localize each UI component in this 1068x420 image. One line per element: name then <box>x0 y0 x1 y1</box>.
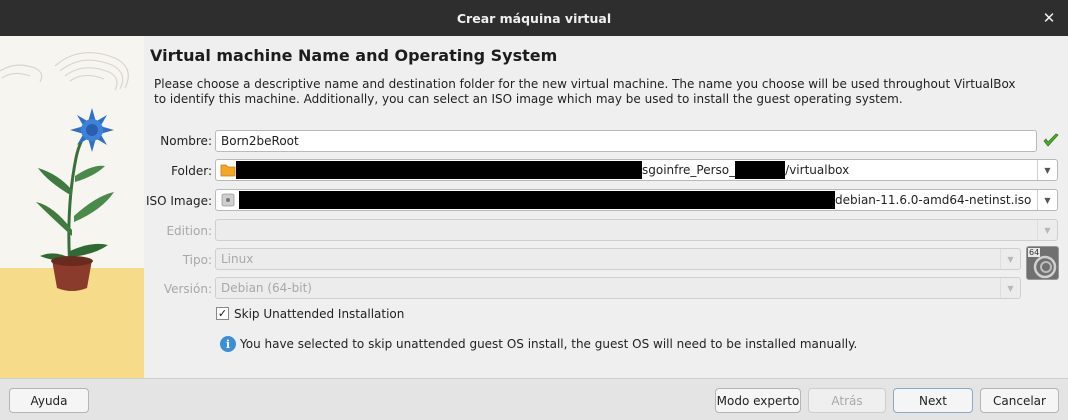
close-icon[interactable]: ✕ <box>1040 9 1058 27</box>
valid-check-icon <box>1043 133 1059 147</box>
tipo-value: Linux <box>221 252 254 266</box>
iso-value-end: debian-11.6.0-amd64-netinst.iso <box>835 193 1032 207</box>
name-label: Nombre: <box>160 134 212 148</box>
expert-mode-button[interactable]: Modo experto <box>715 388 801 413</box>
window-title: Crear máquina virtual <box>456 10 612 26</box>
redacted-user <box>735 161 786 179</box>
help-button[interactable]: Ayuda <box>9 388 89 413</box>
disc-icon <box>221 193 235 207</box>
version-combo: Debian (64-bit) ▼ <box>215 277 1021 299</box>
version-label: Versión: <box>163 282 212 296</box>
version-value: Debian (64-bit) <box>221 281 312 295</box>
next-button[interactable]: Next <box>893 388 973 413</box>
name-input[interactable]: Born2beRoot <box>215 130 1037 152</box>
debian-os-icon: 64 <box>1026 246 1059 280</box>
window-titlebar: Crear máquina virtual ✕ <box>0 0 1068 36</box>
wizard-footer: Ayuda Modo experto Atrás Next Cancelar <box>0 378 1068 420</box>
flower-pot-illustration <box>0 36 144 378</box>
name-value: Born2beRoot <box>221 134 299 148</box>
edition-label: Edition: <box>166 224 212 238</box>
folder-icon <box>220 164 236 177</box>
folder-value-mid: sgoinfre_Perso_ <box>642 163 736 177</box>
iso-combo[interactable]: debian-11.6.0-amd64-netinst.iso ▼ <box>215 189 1058 211</box>
tipo-label: Tipo: <box>182 253 212 267</box>
wizard-illustration <box>0 36 144 378</box>
page-description: Please choose a descriptive name and des… <box>154 77 1016 106</box>
os-arch-badge: 64 <box>1028 248 1041 257</box>
iso-label: ISO Image: <box>145 194 212 208</box>
info-icon: i <box>220 336 236 352</box>
redacted-path <box>236 161 642 179</box>
page-title: Virtual machine Name and Operating Syste… <box>150 46 558 65</box>
back-button: Atrás <box>808 388 886 413</box>
skip-unattended-label[interactable]: Skip Unattended Installation <box>234 307 404 321</box>
folder-value-end: /virtualbox <box>785 163 850 177</box>
skip-unattended-checkbox[interactable]: ✓ <box>216 307 229 320</box>
chevron-down-icon: ▼ <box>1037 220 1057 240</box>
folder-label: Folder: <box>171 164 212 178</box>
info-message: You have selected to skip unattended gue… <box>240 337 858 351</box>
chevron-down-icon[interactable]: ▼ <box>1037 160 1057 180</box>
edition-combo: ▼ <box>215 219 1058 241</box>
folder-combo[interactable]: sgoinfre_Perso_ /virtualbox ▼ <box>215 159 1058 181</box>
chevron-down-icon: ▼ <box>1000 249 1020 269</box>
cancel-button[interactable]: Cancelar <box>980 388 1059 413</box>
redacted-iso-path <box>239 191 835 209</box>
wizard-page: Virtual machine Name and Operating Syste… <box>144 36 1068 378</box>
chevron-down-icon[interactable]: ▼ <box>1037 190 1057 210</box>
chevron-down-icon: ▼ <box>1000 278 1020 298</box>
tipo-combo: Linux ▼ <box>215 248 1021 270</box>
